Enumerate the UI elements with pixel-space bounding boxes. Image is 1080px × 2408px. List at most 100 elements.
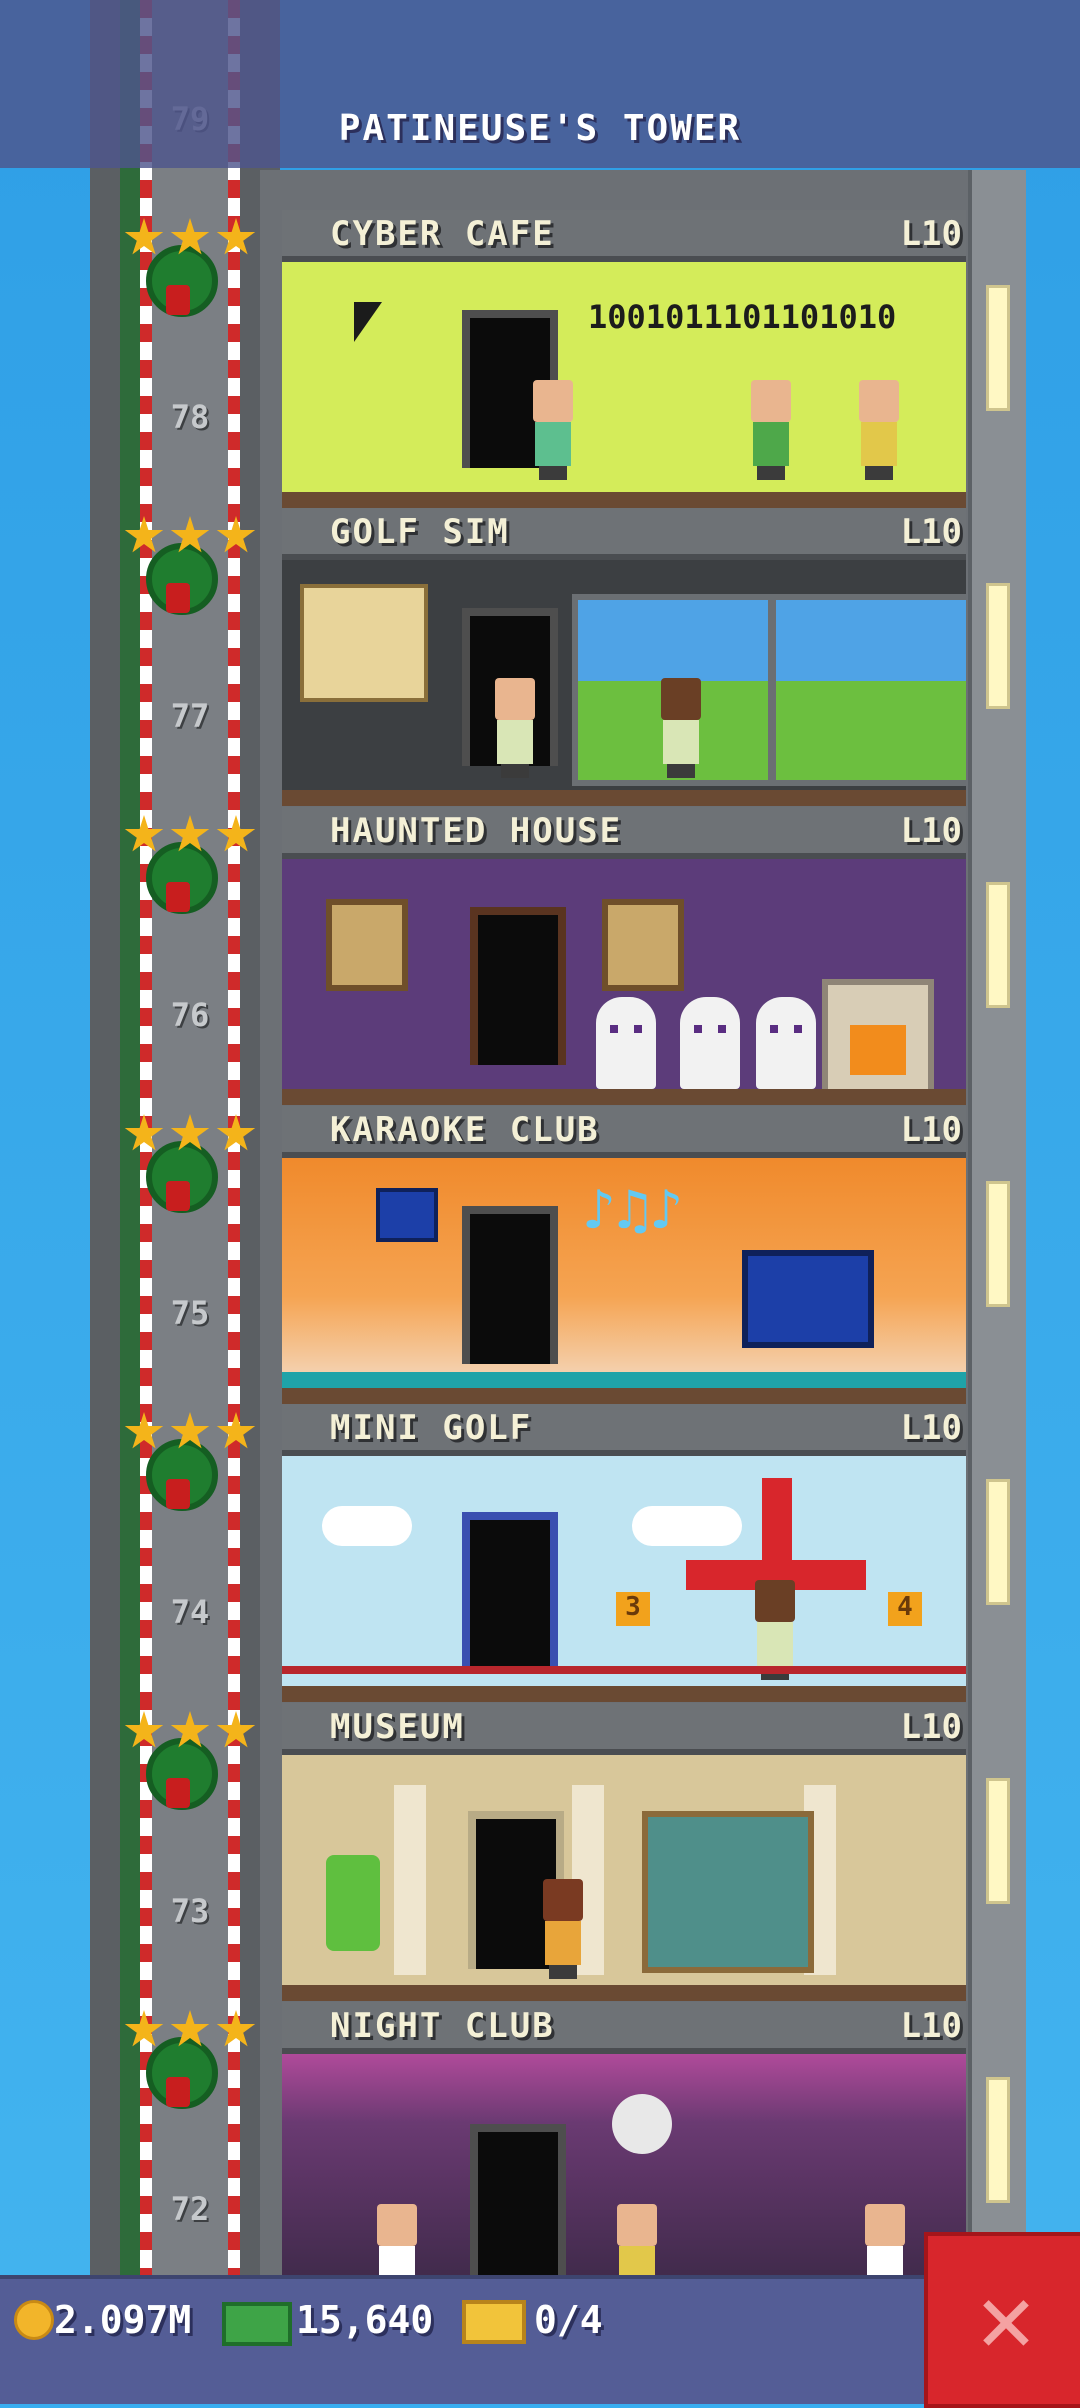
tower-resident[interactable] [856,380,902,480]
mini-golf-floor-trim [282,1666,966,1674]
portrait [602,899,684,991]
floor-name: MINI GOLF [330,1408,533,1448]
tower-resident[interactable] [530,380,576,480]
floor-base [282,492,966,508]
tower-resident[interactable] [862,2204,908,2284]
floor-label-bar: HAUNTED HOUSE L10 [282,807,966,859]
portrait [326,899,408,991]
floor-night-club[interactable]: NIGHT CLUB L10 [282,2002,966,2300]
tower-resident[interactable] [540,1879,586,1979]
fireplace [822,979,934,1089]
tower-window [986,1778,1010,1904]
floor-level: L10 [900,1110,962,1150]
floor-cyber-cafe[interactable]: CYBER CAFE L10 1001011101101010 [282,210,966,508]
tower-window [986,285,1010,411]
floor-name: KARAOKE CLUB [330,1110,600,1150]
floor-level: L10 [900,1707,962,1747]
coin-icon [14,2300,54,2340]
hole-number: 4 [888,1592,922,1626]
elevator-floor-number: 76 [170,996,210,1034]
bux-value: 15,640 [296,2298,434,2342]
tower-window [986,1479,1010,1605]
room-interior: 3 4 [282,1456,966,1686]
floor-level: L10 [900,214,962,254]
door [462,1512,558,1670]
close-icon: ✕ [977,2262,1035,2374]
club-board [300,584,428,702]
floor-label-bar: GOLF SIM L10 [282,508,966,560]
floor-level: L10 [900,811,962,851]
karaoke-floor-trim [282,1372,966,1388]
floor-label-bar: MUSEUM L10 [282,1703,966,1755]
music-notes-icon: ♪♫♪ [582,1178,684,1243]
elevator-floor-number: 73 [170,1892,210,1930]
coins-value: 2.097M [54,2298,192,2342]
room-interior: 1001011101101010 [282,262,966,492]
column [394,1785,426,1975]
ghost [596,997,656,1089]
floor-base [282,790,966,806]
floor-golf-sim[interactable]: GOLF SIM L10 [282,508,966,806]
cash-icon [222,2302,292,2346]
floor-label-bar: CYBER CAFE L10 [282,210,966,262]
elevator-floor-number: 77 [170,697,210,735]
tower-resident[interactable] [614,2204,660,2284]
cloud [322,1506,412,1546]
floor-base [282,1686,966,1702]
tower-resident[interactable] [748,380,794,480]
tower-header: PATINEUSE'S TOWER [0,0,1080,168]
ticket-icon [462,2300,526,2344]
dinosaur-costume-resident[interactable] [326,1855,380,1951]
floor-label-bar: NIGHT CLUB L10 [282,2002,966,2054]
hole-number: 3 [616,1592,650,1626]
wall-screen [376,1188,438,1242]
elevator-floor-number: 72 [170,2190,210,2228]
ghost [680,997,740,1089]
tower-window [986,583,1010,709]
elevator-floor-number: 75 [170,1294,210,1332]
tower-window [986,2077,1010,2203]
room-interior [282,1755,966,1985]
binary-screen-text: 1001011101101010 [588,298,897,336]
room-interior [282,560,966,790]
floor-name: MUSEUM [330,1707,465,1747]
elevator-floor-number: 74 [170,1593,210,1631]
dinosaur-painting [642,1811,814,1973]
floor-karaoke-club[interactable]: KARAOKE CLUB L10 ♪♫♪ [282,1106,966,1404]
tower-resident[interactable] [492,678,538,778]
cloud [632,1506,742,1546]
floor-museum[interactable]: MUSEUM L10 [282,1703,966,2001]
floor-label-bar: MINI GOLF L10 [282,1404,966,1456]
tower-window [986,882,1010,1008]
floor-name: GOLF SIM [330,512,510,552]
disco-ball [612,2094,672,2154]
room-interior: ♪♫♪ [282,1158,966,1388]
floor-level: L10 [900,1408,962,1448]
room-interior [282,2054,966,2284]
floor-name: CYBER CAFE [330,214,555,254]
floor-haunted-house[interactable]: HAUNTED HOUSE L10 [282,807,966,1105]
room-interior [282,859,966,1089]
tower-resident[interactable] [752,1580,798,1680]
floor-name: HAUNTED HOUSE [330,811,623,851]
floor-label-bar: KARAOKE CLUB L10 [282,1106,966,1158]
ghost [756,997,816,1089]
tower-resident[interactable] [658,678,704,778]
door [470,907,566,1065]
karaoke-screen [742,1250,874,1348]
close-button[interactable]: ✕ [924,2232,1080,2408]
door [462,1206,558,1364]
tower-title: PATINEUSE'S TOWER [338,108,742,149]
floor-mini-golf[interactable]: MINI GOLF L10 3 4 [282,1404,966,1702]
floor-base [282,1089,966,1105]
elevator-floor-number: 78 [170,398,210,436]
door [470,2124,566,2282]
golf-screen [770,594,966,786]
floor-level: L10 [900,512,962,552]
floor-base [282,1388,966,1404]
floor-base [282,1985,966,2001]
tower-resident[interactable] [374,2204,420,2284]
tower-window [986,1181,1010,1307]
cursor-icon [354,302,382,342]
tickets-value: 0/4 [534,2298,603,2342]
